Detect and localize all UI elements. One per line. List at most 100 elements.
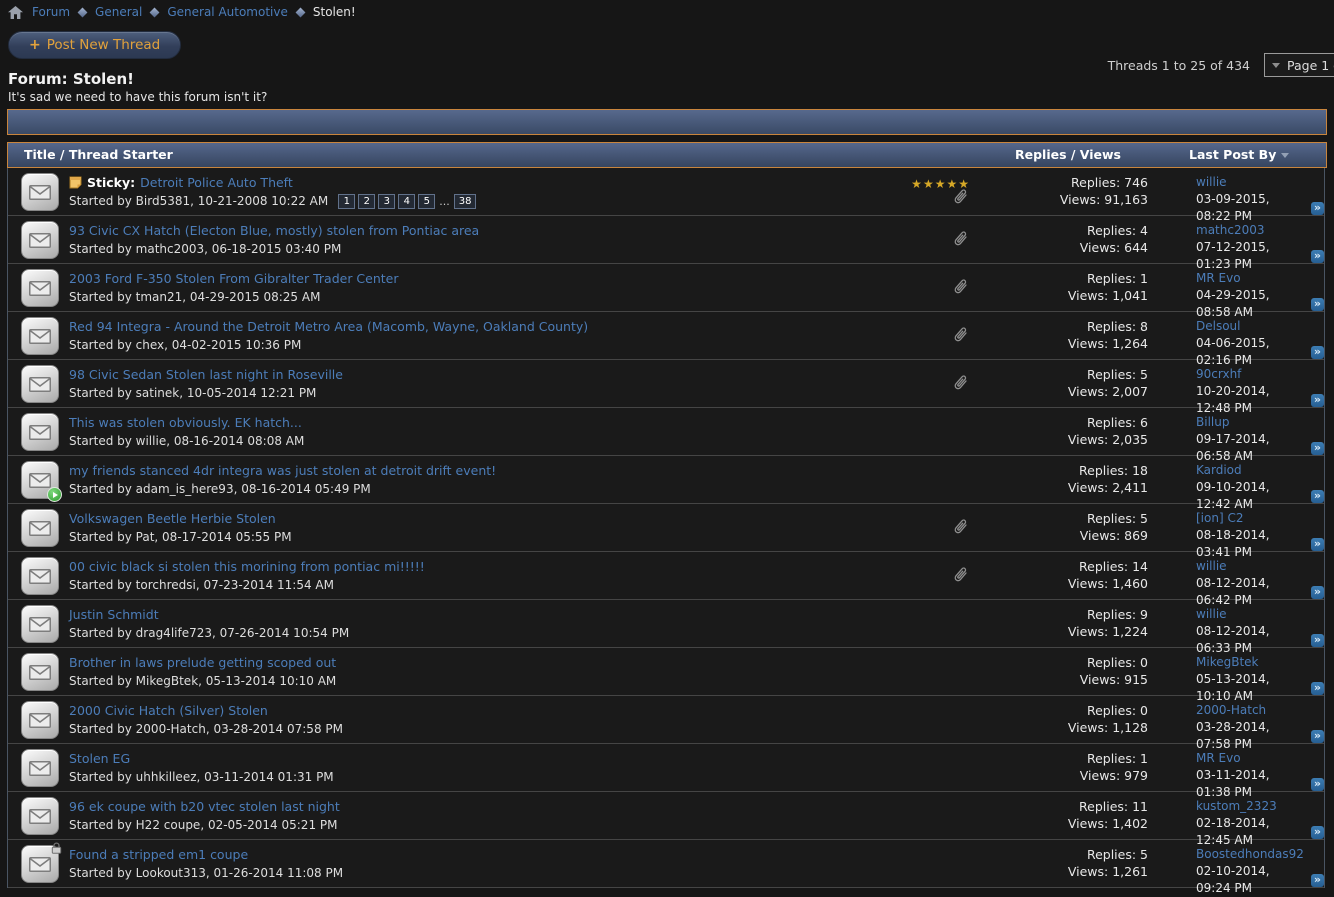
last-post-user-link[interactable]: Boostedhondas92 <box>1196 846 1324 863</box>
goto-last-post-icon[interactable]: » <box>1311 682 1324 695</box>
thread-title-link[interactable]: 96 ek coupe with b20 vtec stolen last ni… <box>69 799 340 814</box>
views-count: Views: 91,163 <box>998 191 1148 208</box>
goto-last-post-icon[interactable]: » <box>1311 346 1324 359</box>
thread-info: Found a stripped em1 coupe Started by Lo… <box>69 846 343 881</box>
last-post-user-link[interactable]: MR Evo <box>1196 270 1324 287</box>
sort-descending-icon <box>1281 153 1289 158</box>
last-post-user-link[interactable]: [ion] C2 <box>1196 510 1324 527</box>
thread-title-link[interactable]: Justin Schmidt <box>69 607 159 622</box>
thread-title-link[interactable]: 00 civic black si stolen this morining f… <box>69 559 425 574</box>
thread-starter-text: Started by Bird5381, 10-21-2008 10:22 AM <box>69 194 328 208</box>
goto-last-post-icon[interactable]: » <box>1311 202 1324 215</box>
last-post-user-link[interactable]: willie <box>1196 606 1324 623</box>
thread-stats: Replies: 5 Views: 869 <box>998 510 1148 544</box>
last-post-user-link[interactable]: willie <box>1196 558 1324 575</box>
last-post-user-link[interactable]: mathc2003 <box>1196 222 1324 239</box>
paperclip-attachment-icon <box>946 231 970 252</box>
thread-title-link[interactable]: This was stolen obviously. EK hatch... <box>69 415 302 430</box>
goto-last-post-icon[interactable]: » <box>1311 442 1324 455</box>
thread-title-link[interactable]: 93 Civic CX Hatch (Electon Blue, mostly)… <box>69 223 479 238</box>
plus-icon: + <box>29 37 41 53</box>
last-post-user-link[interactable]: kustom_2323 <box>1196 798 1324 815</box>
goto-last-post-icon[interactable]: » <box>1311 586 1324 599</box>
thread-title-link[interactable]: Detroit Police Auto Theft <box>140 175 293 190</box>
thread-status-envelope-icon <box>21 797 59 835</box>
replies-count: Replies: 5 <box>998 846 1148 863</box>
thread-starter-text: Started by chex, 04-02-2015 10:36 PM <box>69 338 301 352</box>
last-post-user-link[interactable]: Billup <box>1196 414 1324 431</box>
goto-last-post-icon[interactable]: » <box>1311 874 1324 887</box>
envelope-icon <box>29 377 51 392</box>
thread-info: 96 ek coupe with b20 vtec stolen last ni… <box>69 798 340 833</box>
thread-title-link[interactable]: my friends stanced 4dr integra was just … <box>69 463 496 478</box>
column-header-title-thread-starter[interactable]: Title / Thread Starter <box>24 147 173 162</box>
column-header-last-post-by[interactable]: Last Post By <box>1189 147 1289 162</box>
goto-last-post-icon[interactable]: » <box>1311 826 1324 839</box>
replies-count: Replies: 18 <box>998 462 1148 479</box>
last-post-user-link[interactable]: willie <box>1196 174 1324 191</box>
thread-list: Sticky: Detroit Police Auto Theft Starte… <box>7 168 1325 888</box>
thread-title-link[interactable]: 2003 Ford F-350 Stolen From Gibralter Tr… <box>69 271 399 286</box>
page-number-button[interactable]: 38 <box>454 194 477 209</box>
thread-status-envelope-icon <box>21 173 59 211</box>
last-post-user-link[interactable]: 90crxhf <box>1196 366 1324 383</box>
replies-count: Replies: 9 <box>998 606 1148 623</box>
views-count: Views: 1,224 <box>998 623 1148 640</box>
page-selector-dropdown[interactable]: Page 1 of <box>1264 53 1334 77</box>
breadcrumb-link-general-automotive[interactable]: General Automotive <box>167 5 288 19</box>
thread-status-envelope-icon <box>21 365 59 403</box>
thread-info: 98 Civic Sedan Stolen last night in Rose… <box>69 366 343 401</box>
goto-last-post-icon[interactable]: » <box>1311 490 1324 503</box>
post-new-thread-button[interactable]: + Post New Thread <box>8 31 181 59</box>
views-count: Views: 979 <box>998 767 1148 784</box>
last-post-user-link[interactable]: MikegBtek <box>1196 654 1324 671</box>
thread-info: 00 civic black si stolen this morining f… <box>69 558 425 593</box>
thread-title-link[interactable]: 98 Civic Sedan Stolen last night in Rose… <box>69 367 343 382</box>
views-count: Views: 644 <box>998 239 1148 256</box>
thread-title-link[interactable]: Stolen EG <box>69 751 130 766</box>
page-number-button[interactable]: 3 <box>378 194 395 209</box>
breadcrumb-link-general[interactable]: General <box>95 5 142 19</box>
home-icon[interactable] <box>8 6 23 19</box>
goto-last-post-icon[interactable]: » <box>1311 730 1324 743</box>
page-number-button[interactable]: 2 <box>358 194 375 209</box>
thread-starter-text: Started by adam_is_here93, 08-16-2014 05… <box>69 482 371 496</box>
goto-last-post-icon[interactable]: » <box>1311 298 1324 311</box>
goto-last-post-icon[interactable]: » <box>1311 778 1324 791</box>
thread-title-link[interactable]: Volkswagen Beetle Herbie Stolen <box>69 511 276 526</box>
last-post-date: 02-10-2014, 09:24 PM <box>1196 863 1306 897</box>
paperclip-attachment-icon <box>946 519 970 540</box>
thread-title-link[interactable]: Found a stripped em1 coupe <box>69 847 248 862</box>
thread-title-link[interactable]: Red 94 Integra - Around the Detroit Metr… <box>69 319 588 334</box>
thread-starter-text: Started by willie, 08-16-2014 08:08 AM <box>69 434 304 448</box>
last-post-user-link[interactable]: Kardiod <box>1196 462 1324 479</box>
thread-row: 00 civic black si stolen this morining f… <box>8 552 1324 600</box>
replies-count: Replies: 1 <box>998 750 1148 767</box>
breadcrumb-link-forum[interactable]: Forum <box>32 5 70 19</box>
goto-last-post-icon[interactable]: » <box>1311 634 1324 647</box>
thread-title-link[interactable]: Brother in laws prelude getting scoped o… <box>69 655 336 670</box>
page-title: Forum: Stolen! <box>8 70 134 88</box>
thread-starter-text: Started by mathc2003, 06-18-2015 03:40 P… <box>69 242 341 256</box>
goto-last-post-icon[interactable]: » <box>1311 250 1324 263</box>
page-number-button[interactable]: 1 <box>338 194 355 209</box>
last-post-user-link[interactable]: MR Evo <box>1196 750 1324 767</box>
column-header-replies-views[interactable]: Replies / Views <box>983 147 1153 162</box>
breadcrumb: Forum General General Automotive Stolen! <box>8 5 356 19</box>
last-post-user-link[interactable]: 2000-Hatch <box>1196 702 1324 719</box>
thread-row: 96 ek coupe with b20 vtec stolen last ni… <box>8 792 1324 840</box>
page-number-button[interactable]: 4 <box>398 194 415 209</box>
thread-title-link[interactable]: 2000 Civic Hatch (Silver) Stolen <box>69 703 268 718</box>
views-count: Views: 1,041 <box>998 287 1148 304</box>
thread-starter-text: Started by torchredsi, 07-23-2014 11:54 … <box>69 578 334 592</box>
thread-info: Sticky: Detroit Police Auto Theft Starte… <box>69 174 476 209</box>
threads-count-text: Threads 1 to 25 of 434 <box>950 58 1250 73</box>
envelope-icon <box>29 857 51 872</box>
thread-stats: Replies: 0 Views: 915 <box>998 654 1148 688</box>
last-post-user-link[interactable]: Delsoul <box>1196 318 1324 335</box>
page-number-button[interactable]: 5 <box>418 194 435 209</box>
sticky-note-icon <box>69 176 82 189</box>
thread-info: Stolen EG Started by uhhkilleez, 03-11-2… <box>69 750 334 785</box>
goto-last-post-icon[interactable]: » <box>1311 538 1324 551</box>
goto-last-post-icon[interactable]: » <box>1311 394 1324 407</box>
